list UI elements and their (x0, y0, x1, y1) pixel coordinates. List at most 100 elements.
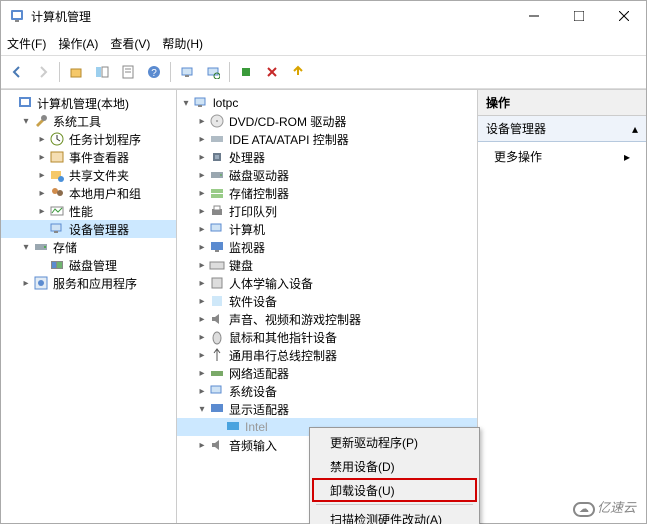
chevron-right-icon: ▸ (195, 260, 209, 271)
dev-mouse[interactable]: ▸鼠标和其他指针设备 (177, 328, 477, 346)
tree-local-users[interactable]: ▸本地用户和组 (1, 184, 176, 202)
disk-icon (49, 257, 65, 273)
speaker-icon (209, 311, 225, 327)
dev-software[interactable]: ▸软件设备 (177, 292, 477, 310)
dev-display[interactable]: ▾显示适配器 (177, 400, 477, 418)
uninstall-button[interactable] (260, 60, 284, 84)
ctx-uninstall-device[interactable]: 卸载设备(U) (312, 478, 477, 502)
dev-disk[interactable]: ▸磁盘驱动器 (177, 166, 477, 184)
enable-button[interactable] (234, 60, 258, 84)
network-icon (209, 365, 225, 381)
left-tree: 计算机管理(本地) ▾系统工具 ▸任务计划程序 ▸事件查看器 ▸共享文件夹 ▸本… (1, 90, 177, 523)
chevron-down-icon: ▾ (19, 242, 33, 253)
chevron-right-icon: ▸ (195, 368, 209, 379)
watermark-text: 亿速云 (597, 500, 636, 515)
actions-more[interactable]: 更多操作 ▸ (478, 142, 646, 171)
menu-file[interactable]: 文件(F) (7, 35, 46, 52)
tree-system-tools[interactable]: ▾系统工具 (1, 112, 176, 130)
ctx-disable-device[interactable]: 禁用设备(D) (312, 454, 477, 478)
dev-storage-ctrl[interactable]: ▸存储控制器 (177, 184, 477, 202)
mouse-icon (209, 329, 225, 345)
menu-help[interactable]: 帮助(H) (162, 35, 203, 52)
help-button[interactable]: ? (142, 60, 166, 84)
computer-management-window: 计算机管理 文件(F) 操作(A) 查看(V) 帮助(H) ? 计算机管理(本地… (0, 0, 647, 524)
tree-label: 共享文件夹 (69, 167, 129, 184)
context-menu: 更新驱动程序(P) 禁用设备(D) 卸载设备(U) 扫描检测硬件改动(A) (309, 427, 480, 524)
users-icon (49, 185, 65, 201)
dev-keyboard[interactable]: ▸键盘 (177, 256, 477, 274)
separator-icon (59, 62, 60, 82)
dev-network[interactable]: ▸网络适配器 (177, 364, 477, 382)
hdd-icon (209, 167, 225, 183)
chevron-right-icon: ▸ (624, 150, 630, 164)
ctx-label: 卸载设备(U) (330, 482, 395, 499)
tree-storage[interactable]: ▾存储 (1, 238, 176, 256)
minimize-button[interactable] (511, 1, 556, 31)
menu-action[interactable]: 操作(A) (58, 35, 98, 52)
cloud-icon: ☁ (573, 502, 595, 517)
dev-usb[interactable]: ▸通用串行总线控制器 (177, 346, 477, 364)
dev-system[interactable]: ▸ 系统设备 (177, 382, 477, 400)
chevron-right-icon: ▸ (195, 242, 209, 253)
properties-button[interactable] (116, 60, 140, 84)
dev-cpu[interactable]: ▸处理器 (177, 148, 477, 166)
ide-icon (209, 131, 225, 147)
audio-icon (209, 437, 225, 453)
display-icon (209, 401, 225, 417)
tree-label: 声音、视频和游戏控制器 (229, 311, 361, 328)
tree-root[interactable]: 计算机管理(本地) (1, 94, 176, 112)
dev-print[interactable]: ▸打印队列 (177, 202, 477, 220)
tree-performance[interactable]: ▸性能 (1, 202, 176, 220)
scan-hardware-button[interactable] (201, 60, 225, 84)
dev-root[interactable]: ▾lotpc (177, 94, 477, 112)
dev-dvd[interactable]: ▸DVD/CD-ROM 驱动器 (177, 112, 477, 130)
tree-disk-mgmt[interactable]: 磁盘管理 (1, 256, 176, 274)
dev-hid[interactable]: ▸人体学输入设备 (177, 274, 477, 292)
maximize-button[interactable] (556, 1, 601, 31)
toolbar: ? (1, 56, 646, 89)
tree-event-viewer[interactable]: ▸事件查看器 (1, 148, 176, 166)
titlebar: 计算机管理 (1, 1, 646, 31)
ctx-update-driver[interactable]: 更新驱动程序(P) (312, 430, 477, 454)
close-button[interactable] (601, 1, 646, 31)
tree-label: DVD/CD-ROM 驱动器 (229, 113, 346, 130)
forward-button[interactable] (31, 60, 55, 84)
computer-icon (193, 95, 209, 111)
update-driver-button[interactable] (286, 60, 310, 84)
dev-sound[interactable]: ▸ 声音、视频和游戏控制器 (177, 310, 477, 328)
menubar: 文件(F) 操作(A) 查看(V) 帮助(H) (1, 31, 646, 56)
tree-label: 计算机管理(本地) (37, 95, 129, 112)
keyboard-icon (209, 257, 225, 273)
chevron-right-icon: ▸ (35, 152, 49, 163)
back-button[interactable] (5, 60, 29, 84)
chevron-right-icon: ▸ (35, 134, 49, 145)
tree-label: 性能 (69, 203, 93, 220)
ctx-label: 扫描检测硬件改动(A) (330, 511, 442, 524)
dev-ide[interactable]: ▸IDE ATA/ATAPI 控制器 (177, 130, 477, 148)
tree-label: 鼠标和其他指针设备 (229, 329, 337, 346)
tree-task-scheduler[interactable]: ▸任务计划程序 (1, 130, 176, 148)
chevron-right-icon: ▸ (195, 386, 209, 397)
system-icon (209, 383, 225, 399)
dev-computer[interactable]: ▸计算机 (177, 220, 477, 238)
up-button[interactable] (64, 60, 88, 84)
menu-view[interactable]: 查看(V) (110, 35, 150, 52)
chevron-right-icon: ▸ (195, 314, 209, 325)
mmc-icon (17, 95, 33, 111)
software-icon (209, 293, 225, 309)
watermark: ☁亿速云 (573, 497, 636, 517)
tree-label: 处理器 (229, 149, 265, 166)
app-icon (9, 8, 25, 24)
monitor-icon (209, 239, 225, 255)
tree-services-apps[interactable]: ▸服务和应用程序 (1, 274, 176, 292)
tree-device-manager[interactable]: 设备管理器 (1, 220, 176, 238)
ctx-scan-hardware[interactable]: 扫描检测硬件改动(A) (312, 507, 477, 524)
computer-icon-button[interactable] (175, 60, 199, 84)
dev-monitor[interactable]: ▸监视器 (177, 238, 477, 256)
actions-section[interactable]: 设备管理器 ▴ (478, 116, 646, 142)
tree-shared-folders[interactable]: ▸共享文件夹 (1, 166, 176, 184)
tree-label: IDE ATA/ATAPI 控制器 (229, 131, 349, 148)
show-hide-tree-button[interactable] (90, 60, 114, 84)
tree-label: 系统设备 (229, 383, 277, 400)
tree-label: 人体学输入设备 (229, 275, 313, 292)
